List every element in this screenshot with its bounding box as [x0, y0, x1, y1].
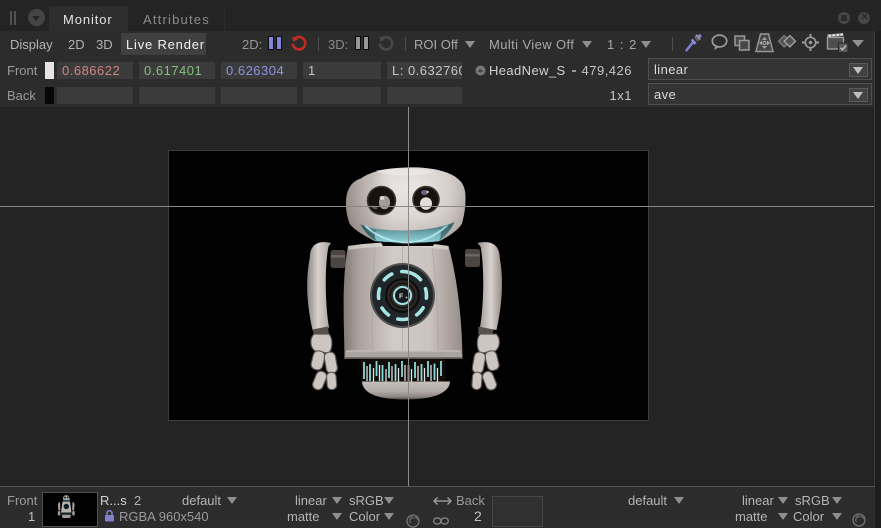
svg-text:F: F — [399, 294, 404, 301]
